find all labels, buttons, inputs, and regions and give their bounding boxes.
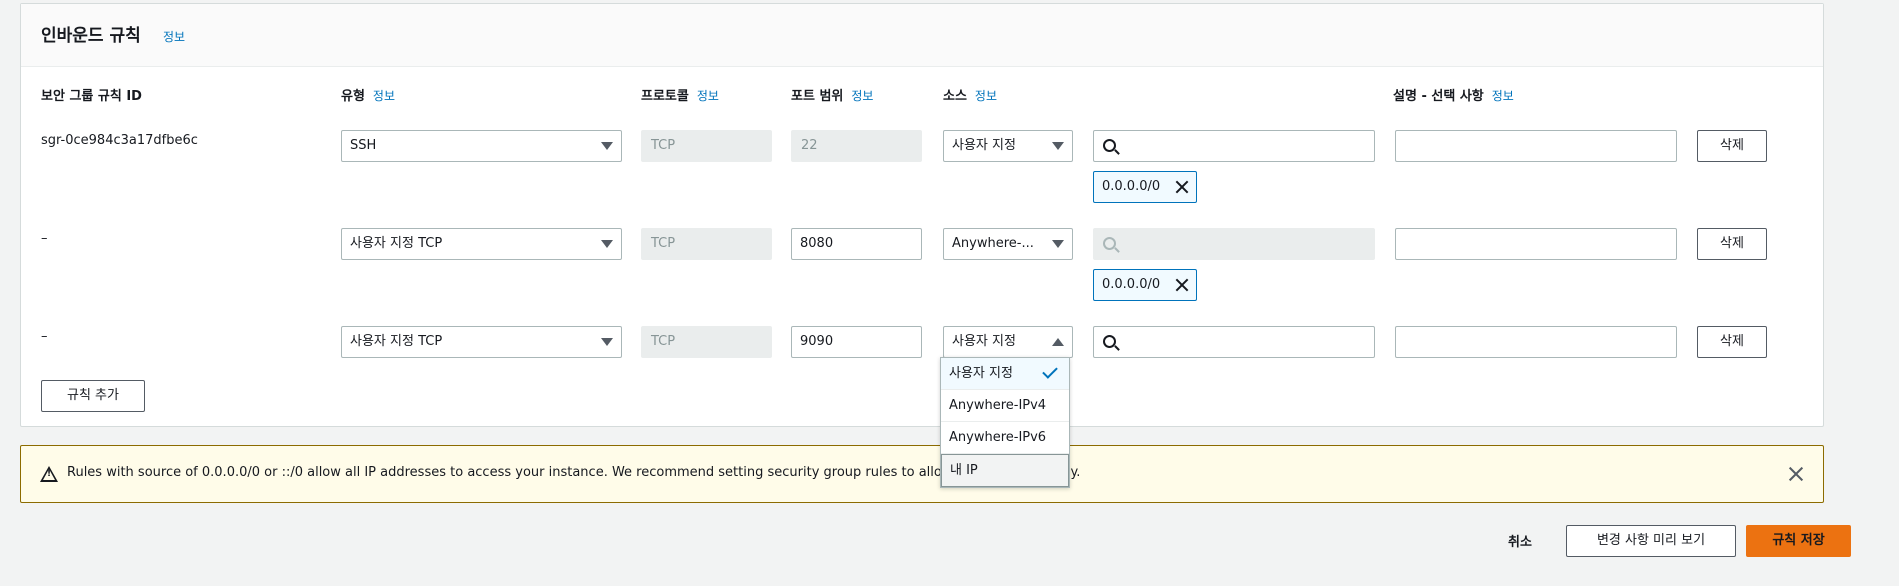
dropdown-option-my-ip[interactable]: 내 IP (941, 454, 1069, 487)
column-header-port-range-label: 포트 범위 (791, 89, 844, 104)
panel-header: 인바운드 규칙 정보 (21, 4, 1823, 67)
column-header-type-label: 유형 (341, 89, 365, 104)
inbound-rules-panel: 인바운드 규칙 정보 (20, 3, 1824, 427)
type-select[interactable]: 사용자 지정 TCP (341, 228, 622, 260)
source-select-open[interactable]: 사용자 지정 (943, 326, 1073, 358)
column-header-source: 소스 정보 (943, 85, 997, 104)
port-range-input[interactable]: 9090 (791, 326, 922, 358)
type-info-link[interactable]: 정보 (373, 89, 395, 103)
column-header-description-label: 설명 - 선택 사항 (1393, 89, 1484, 104)
port-range-field: 22 (791, 130, 922, 162)
source-cidr-search-input[interactable] (1093, 326, 1375, 358)
source-select-value: Anywhere-... (952, 236, 1034, 251)
protocol-field: TCP (641, 326, 772, 358)
dropdown-option-custom[interactable]: 사용자 지정 (941, 358, 1069, 390)
caret-down-icon (1052, 142, 1064, 150)
column-header-type: 유형 정보 (341, 85, 395, 104)
search-icon (1103, 139, 1116, 152)
type-select-value: 사용자 지정 TCP (350, 236, 443, 251)
scrollbar[interactable] (1832, 0, 1846, 586)
type-select[interactable]: SSH (341, 130, 622, 162)
check-icon (1042, 363, 1058, 379)
protocol-field: TCP (641, 228, 772, 260)
source-cidr-search-input[interactable] (1093, 130, 1375, 162)
dropdown-option-label: Anywhere-IPv6 (949, 430, 1047, 445)
search-icon (1103, 335, 1116, 348)
description-input[interactable] (1395, 326, 1677, 358)
caret-down-icon (1052, 240, 1064, 248)
column-header-rule-id: 보안 그룹 규칙 ID (41, 85, 142, 104)
delete-rule-button[interactable]: 삭제 (1697, 228, 1767, 260)
rule-id: sgr-0ce984c3a17dfbe6c (41, 133, 198, 148)
column-header-protocol-label: 프로토콜 (641, 89, 689, 104)
source-select-value: 사용자 지정 (952, 334, 1016, 349)
cidr-token: 0.0.0.0/0 (1093, 269, 1197, 301)
close-icon[interactable] (1175, 180, 1189, 194)
warning-alert: Rules with source of 0.0.0.0/0 or ::/0 a… (20, 445, 1824, 503)
delete-rule-button[interactable]: 삭제 (1697, 326, 1767, 358)
alert-text: Rules with source of 0.0.0.0/0 or ::/0 a… (67, 465, 1081, 480)
port-range-input[interactable]: 8080 (791, 228, 922, 260)
cancel-button[interactable]: 취소 (1508, 531, 1532, 550)
search-icon (1103, 237, 1116, 250)
caret-down-icon (601, 338, 613, 346)
dropdown-option-anywhere-ipv4[interactable]: Anywhere-IPv4 (941, 390, 1069, 422)
source-select-value: 사용자 지정 (952, 138, 1016, 153)
source-select[interactable]: 사용자 지정 (943, 130, 1073, 162)
save-rules-button[interactable]: 규칙 저장 (1746, 525, 1851, 557)
rule-id: – (41, 231, 48, 246)
panel-info-link[interactable]: 정보 (163, 28, 185, 45)
column-header-protocol: 프로토콜 정보 (641, 85, 719, 104)
type-select-value: 사용자 지정 TCP (350, 334, 443, 349)
add-rule-button[interactable]: 규칙 추가 (41, 380, 145, 412)
column-header-description: 설명 - 선택 사항 정보 (1393, 85, 1514, 104)
column-header-rule-id-label: 보안 그룹 규칙 ID (41, 89, 142, 104)
dropdown-option-anywhere-ipv6[interactable]: Anywhere-IPv6 (941, 422, 1069, 454)
protocol-field: TCP (641, 130, 772, 162)
description-input[interactable] (1395, 228, 1677, 260)
warning-icon (40, 466, 58, 482)
close-icon[interactable] (1788, 466, 1804, 482)
cidr-token-label: 0.0.0.0/0 (1102, 179, 1161, 194)
dropdown-option-label: Anywhere-IPv4 (949, 398, 1047, 413)
panel-title: 인바운드 규칙 (41, 26, 141, 46)
port-range-info-link[interactable]: 정보 (851, 89, 873, 103)
dropdown-option-label: 내 IP (950, 463, 978, 478)
column-header-source-label: 소스 (943, 89, 967, 104)
dropdown-option-label: 사용자 지정 (949, 366, 1013, 381)
caret-up-icon (1052, 338, 1064, 346)
column-header-port-range: 포트 범위 정보 (791, 85, 873, 104)
delete-rule-button[interactable]: 삭제 (1697, 130, 1767, 162)
rule-id: – (41, 329, 48, 344)
source-select[interactable]: Anywhere-... (943, 228, 1073, 260)
source-dropdown-menu: 사용자 지정 Anywhere-IPv4 Anywhere-IPv6 내 IP (940, 357, 1070, 488)
description-input[interactable] (1395, 130, 1677, 162)
description-info-link[interactable]: 정보 (1492, 89, 1514, 103)
source-info-link[interactable]: 정보 (975, 89, 997, 103)
type-select[interactable]: 사용자 지정 TCP (341, 326, 622, 358)
cidr-token: 0.0.0.0/0 (1093, 171, 1197, 203)
protocol-info-link[interactable]: 정보 (697, 89, 719, 103)
source-cidr-search-input (1093, 228, 1375, 260)
caret-down-icon (601, 240, 613, 248)
caret-down-icon (601, 142, 613, 150)
type-select-value: SSH (350, 138, 377, 153)
close-icon[interactable] (1175, 278, 1189, 292)
cidr-token-label: 0.0.0.0/0 (1102, 277, 1161, 292)
preview-changes-button[interactable]: 변경 사항 미리 보기 (1566, 525, 1736, 557)
